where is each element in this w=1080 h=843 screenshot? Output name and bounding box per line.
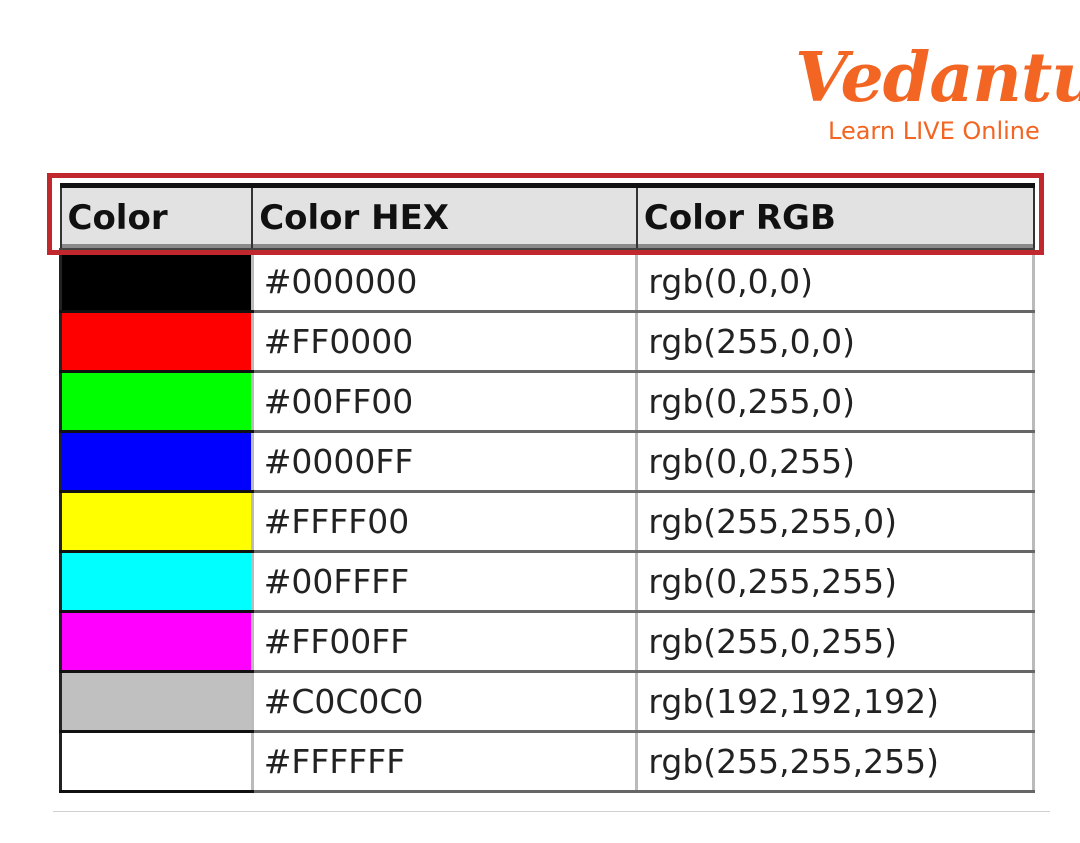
logo-tagline: Learn LIVE Online <box>828 117 1040 145</box>
hex-value: #FF00FF <box>250 611 639 673</box>
color-swatch <box>59 671 254 733</box>
table-body: #000000 rgb(0,0,0) #FF0000 rgb(255,0,0) #00F… <box>59 250 1035 793</box>
table-row: #FFFF00 rgb(255,255,0) <box>59 491 1035 553</box>
logo-wordmark: Vedantu <box>795 38 1080 118</box>
rgb-value: rgb(0,0,0) <box>635 250 1035 313</box>
divider <box>53 811 1050 812</box>
color-swatch <box>59 311 254 373</box>
hex-value: #FF0000 <box>250 311 639 373</box>
hex-value: #0000FF <box>250 431 639 493</box>
hex-value: #FFFFFF <box>250 731 639 793</box>
rgb-value: rgb(192,192,192) <box>635 671 1035 733</box>
rgb-value: rgb(0,255,0) <box>635 371 1035 433</box>
hex-value: #00FF00 <box>250 371 639 433</box>
table-row: #00FF00 rgb(0,255,0) <box>59 371 1035 433</box>
rgb-value: rgb(255,255,0) <box>635 491 1035 553</box>
table-row: #FF0000 rgb(255,0,0) <box>59 311 1035 373</box>
color-swatch <box>59 250 254 313</box>
rgb-value: rgb(255,255,255) <box>635 731 1035 793</box>
table-row: #00FFFF rgb(0,255,255) <box>59 551 1035 613</box>
rgb-value: rgb(255,0,0) <box>635 311 1035 373</box>
hex-value: #FFFF00 <box>250 491 639 553</box>
rgb-value: rgb(0,0,255) <box>635 431 1035 493</box>
vedantu-logo: Vedantu Learn LIVE Online <box>795 38 1080 148</box>
table-row: #FF00FF rgb(255,0,255) <box>59 611 1035 673</box>
hex-value: #C0C0C0 <box>250 671 639 733</box>
table-row: #0000FF rgb(0,0,255) <box>59 431 1035 493</box>
header-highlight-box <box>47 173 1044 255</box>
color-swatch <box>59 551 254 613</box>
color-swatch <box>59 431 254 493</box>
color-code-table: Color Color HEX Color RGB #000000 rgb(0,0… <box>59 183 1035 793</box>
hex-value: #000000 <box>250 250 639 313</box>
table-row: #C0C0C0 rgb(192,192,192) <box>59 671 1035 733</box>
color-swatch <box>59 491 254 553</box>
table-row: #FFFFFF rgb(255,255,255) <box>59 731 1035 793</box>
color-swatch <box>59 731 254 793</box>
rgb-value: rgb(255,0,255) <box>635 611 1035 673</box>
rgb-value: rgb(0,255,255) <box>635 551 1035 613</box>
color-swatch <box>59 611 254 673</box>
color-swatch <box>59 371 254 433</box>
table-row: #000000 rgb(0,0,0) <box>59 250 1035 313</box>
hex-value: #00FFFF <box>250 551 639 613</box>
